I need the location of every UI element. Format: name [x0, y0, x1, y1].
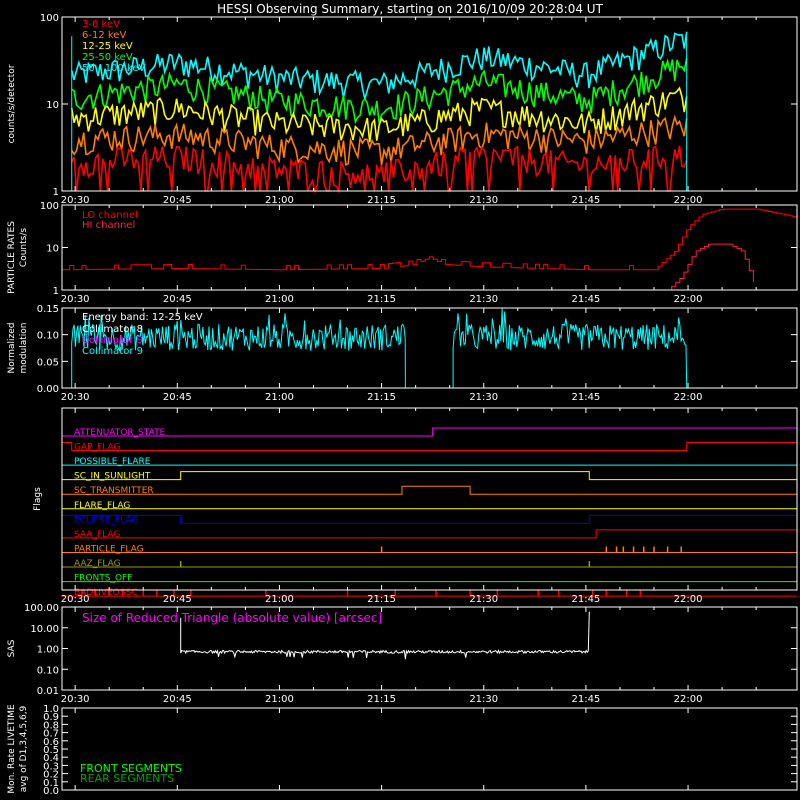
annotation: Energy band: 12-25 keV [82, 312, 203, 323]
y-axis-label: Flags [33, 487, 43, 511]
y-axis-label: Normalized [7, 322, 17, 373]
x-tick-label: 20:45 [163, 294, 192, 305]
legend-entry: 50 - 100 keV [82, 63, 146, 74]
y-tick-label: 0.00 [37, 384, 59, 395]
flag-label: AAZ_FLAG [74, 559, 121, 569]
x-tick-label: 20:45 [163, 594, 192, 605]
y-tick-label: 100 [40, 13, 59, 24]
y-axis-label: SAS [7, 639, 17, 657]
x-tick-label: 20:30 [61, 594, 90, 605]
flag-label: FRONTS_OFF [74, 574, 132, 584]
x-tick-label: 20:30 [61, 294, 90, 305]
y-axis-label: Counts/s [19, 228, 29, 267]
y-tick-label: 0.01 [37, 686, 59, 697]
x-tick-label: 21:00 [265, 195, 294, 206]
y-tick-label: 1 [53, 286, 59, 297]
x-tick-label: 21:00 [265, 294, 294, 305]
x-tick-label: 20:30 [61, 392, 90, 403]
x-tick-label: 22:00 [674, 195, 703, 206]
x-tick-label: 21:15 [367, 392, 396, 403]
flag-label: GAP_FLAG [74, 443, 120, 453]
x-tick-label: 20:45 [163, 195, 192, 206]
x-tick-label: 20:45 [163, 392, 192, 403]
y-tick-label: 1.0 [43, 704, 59, 715]
flag-label: ATTENUATOR_STATE [74, 428, 166, 438]
x-tick-label: 21:30 [469, 294, 498, 305]
x-tick-label: 22:00 [674, 294, 703, 305]
annotation: Size of Reduced Triangle (absolute value… [82, 611, 382, 625]
flag-label: POSSIBLE_FLARE [74, 457, 151, 467]
y-tick-label: 0.10 [37, 331, 59, 342]
x-tick-label: 21:30 [469, 195, 498, 206]
y-axis-label: avg of D1,3,4,5,6,9 [19, 705, 29, 792]
x-tick-label: 21:00 [265, 694, 294, 705]
legend-entry: Collimator 9 [82, 346, 143, 357]
y-tick-label: 100.00 [24, 603, 59, 614]
x-tick-label: 22:00 [674, 594, 703, 605]
legend-entry: REAR SEGMENTS [80, 772, 174, 785]
x-tick-label: 21:30 [469, 392, 498, 403]
legend-entry: 6-12 keV [82, 30, 126, 41]
x-tick-label: 20:30 [61, 195, 90, 206]
y-tick-label: 10 [46, 244, 59, 255]
y-axis-label: modulation [19, 323, 29, 374]
x-tick-label: 21:30 [469, 594, 498, 605]
y-axis-label: Mon. Rate LIVETIME [7, 704, 17, 794]
figure-title: HESSI Observing Summary, starting on 201… [217, 2, 603, 16]
x-tick-label: 21:00 [265, 594, 294, 605]
x-tick-label: 21:15 [367, 195, 396, 206]
y-tick-label: 10.00 [30, 624, 59, 635]
x-tick-label: 21:45 [571, 195, 600, 206]
flag-label: FLARE_FLAG [74, 501, 130, 511]
x-tick-label: 21:30 [469, 694, 498, 705]
x-tick-label: 21:45 [571, 392, 600, 403]
x-tick-label: 21:15 [367, 294, 396, 305]
x-tick-label: 21:45 [571, 594, 600, 605]
x-tick-label: 22:00 [674, 392, 703, 403]
y-tick-label: 0.05 [37, 357, 59, 368]
y-axis-label: PARTICLE RATES [7, 221, 17, 294]
x-tick-label: 21:45 [571, 294, 600, 305]
x-tick-label: 22:00 [674, 694, 703, 705]
flag-label: PARTICLE_FLAG [74, 544, 144, 554]
x-tick-label: 21:15 [367, 594, 396, 605]
legend-entry: 12-25 keV [82, 41, 133, 52]
legend-entry: HI channel [82, 220, 135, 231]
legend-entry: 25-50 keV [82, 52, 133, 63]
y-axis-label: counts/s/detector [7, 64, 17, 143]
flag-label: SC_IN_SUNLIGHT [74, 472, 151, 482]
flag-label: SAA_FLAG [74, 530, 120, 540]
y-tick-label: 1.00 [37, 645, 59, 656]
x-tick-label: 21:00 [265, 392, 294, 403]
y-tick-label: 100 [40, 201, 59, 212]
flag-label: SC_TRANSMITTER [74, 486, 154, 496]
x-tick-label: 20:45 [163, 694, 192, 705]
y-tick-label: 0.10 [37, 665, 59, 676]
hessi-summary-figure: HESSI Observing Summary, starting on 201… [0, 0, 800, 800]
x-tick-label: 21:15 [367, 694, 396, 705]
legend-entry: Collimator 9 [82, 335, 143, 346]
y-tick-label: 1 [53, 187, 59, 198]
flag-label: ECLIPSE_FLAG [74, 515, 138, 525]
legend-entry: 3-6 keV [82, 19, 120, 30]
x-tick-label: 20:30 [61, 694, 90, 705]
y-tick-label: 0.15 [37, 304, 59, 315]
legend-entry: Collimator 8 [82, 324, 143, 335]
y-tick-label: 10 [46, 100, 59, 111]
x-tick-label: 21:45 [571, 694, 600, 705]
